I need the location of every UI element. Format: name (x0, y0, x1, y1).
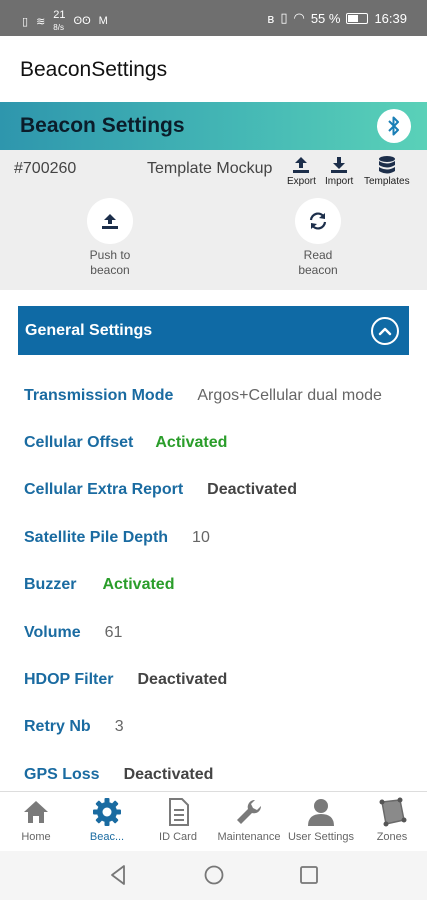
beacon-id: #700260 (14, 160, 77, 177)
templates-button[interactable]: Templates (364, 154, 410, 187)
upload-icon (293, 157, 310, 173)
push-label-1: Push to (89, 248, 131, 262)
setting-row: Cellular Offset Activated (24, 419, 414, 466)
nav-home-label: Home (21, 831, 51, 843)
nav-beacon-label: Beac... (89, 831, 125, 843)
home-icon (24, 801, 48, 823)
nav-home[interactable]: Home (0, 796, 72, 843)
setting-value: Activated (155, 434, 228, 452)
setting-row: Buzzer Activated (24, 562, 414, 609)
setting-label: Cellular Offset (24, 434, 134, 452)
setting-row: Satellite Pile Depth 10 (24, 514, 414, 561)
setting-value: Deactivated (123, 765, 214, 783)
bluetooth-button[interactable] (377, 109, 411, 143)
read-circle (295, 198, 341, 244)
templates-label: Templates (364, 176, 410, 187)
setting-row: Volume 61 (24, 609, 414, 656)
nav-user-settings[interactable]: User Settings (285, 796, 357, 843)
wifi-icon: ≋ (36, 15, 46, 28)
nav-maintenance[interactable]: Maintenance (213, 796, 285, 843)
setting-row: HDOP Filter Deactivated (24, 656, 414, 703)
setting-value: Argos+Cellular dual mode (197, 386, 382, 404)
battery-percent: 55 % (310, 10, 341, 26)
read-label-2: beacon (298, 263, 338, 277)
status-right-icons: ʙ ▯ ◠ 55 % 16:39 (267, 10, 407, 26)
setting-label: Volume (24, 623, 81, 641)
nav-maintenance-label: Maintenance (217, 831, 281, 843)
export-label: Export (287, 176, 316, 187)
bluetooth-status-icon: ʙ (267, 10, 275, 26)
bluetooth-icon (388, 116, 399, 136)
setting-value: 3 (114, 718, 124, 736)
app-title: BeaconSettings (20, 58, 168, 81)
nav-zones[interactable]: Zones (356, 796, 427, 843)
section-title: General Settings (25, 322, 153, 339)
export-button[interactable]: Export (287, 154, 316, 187)
clock: 16:39 (374, 10, 407, 26)
polygon-zone-icon (379, 797, 407, 827)
recents-square-icon[interactable] (299, 864, 319, 886)
setting-row: Retry Nb 3 (24, 704, 414, 751)
status-bar: ▯ ≋ 21 8/s ʘʘ M ʙ ▯ ◠ 55 % 16:39 (0, 0, 427, 36)
setting-row: Transmission Mode Argos+Cellular dual mo… (24, 372, 414, 419)
setting-value: Activated (102, 576, 175, 594)
wrench-icon (237, 799, 262, 824)
bottom-nav: Home Beac... ID Card Maintenance User Se… (0, 791, 427, 851)
home-circle-icon[interactable] (203, 864, 225, 886)
general-settings-header[interactable]: General Settings (18, 306, 409, 355)
document-icon (169, 798, 189, 826)
settings-list: Transmission Mode Argos+Cellular dual mo… (24, 372, 414, 799)
read-label-1: Read (303, 248, 333, 262)
read-beacon-button[interactable]: Read beacon (273, 198, 363, 278)
back-icon[interactable] (108, 864, 128, 886)
setting-label: Cellular Extra Report (24, 481, 184, 499)
setting-label: Buzzer (24, 576, 77, 594)
import-label: Import (325, 176, 354, 187)
setting-label: Transmission Mode (24, 386, 174, 404)
setting-value: 10 (192, 528, 210, 546)
beacon-toolbar: #700260 Template Mockup Export Import Te… (0, 150, 427, 290)
push-circle (87, 198, 133, 244)
setting-label: GPS Loss (24, 765, 100, 783)
nav-id-card[interactable]: ID Card (142, 796, 214, 843)
status-date: 21 8/s (53, 9, 66, 32)
setting-row: Cellular Extra Report Deactivated (24, 467, 414, 514)
beacon-settings-banner: Beacon Settings (0, 102, 427, 150)
nav-user-settings-label: User Settings (287, 831, 355, 843)
push-upload-icon (102, 214, 118, 229)
app-bar: BeaconSettings (0, 36, 427, 102)
nav-id-card-label: ID Card (159, 831, 197, 843)
refresh-icon (309, 212, 327, 230)
gear-icon (93, 798, 121, 826)
setting-value: 61 (104, 623, 123, 641)
owl-icon: ʘʘ (73, 15, 91, 27)
nav-zones-label: Zones (376, 831, 408, 843)
push-label-2: beacon (90, 263, 130, 277)
import-button[interactable]: Import (325, 154, 353, 187)
vibrate-icon: ▯ (280, 10, 288, 25)
system-nav-bar (0, 851, 427, 900)
collapse-button[interactable] (371, 317, 399, 345)
push-to-beacon-button[interactable]: Push to beacon (65, 198, 155, 278)
user-icon (308, 799, 334, 826)
status-left-icons: ▯ ≋ 21 8/s ʘʘ M (22, 9, 108, 33)
setting-label: Satellite Pile Depth (24, 528, 169, 546)
nav-beacon[interactable]: Beac... (71, 796, 143, 843)
setting-label: HDOP Filter (24, 671, 114, 689)
wifi-signal-icon: ◠ (293, 10, 305, 25)
template-name: Template Mockup (147, 160, 273, 177)
setting-label: Retry Nb (24, 718, 91, 736)
chevron-up-icon (378, 327, 392, 336)
download-icon (331, 157, 348, 173)
sim-icon: ▯ (22, 15, 29, 28)
setting-value: Deactivated (137, 671, 228, 689)
database-icon (378, 156, 395, 174)
battery-icon (346, 12, 369, 24)
mail-icon: M (98, 15, 108, 27)
banner-title: Beacon Settings (20, 114, 185, 137)
setting-value: Deactivated (207, 481, 297, 499)
